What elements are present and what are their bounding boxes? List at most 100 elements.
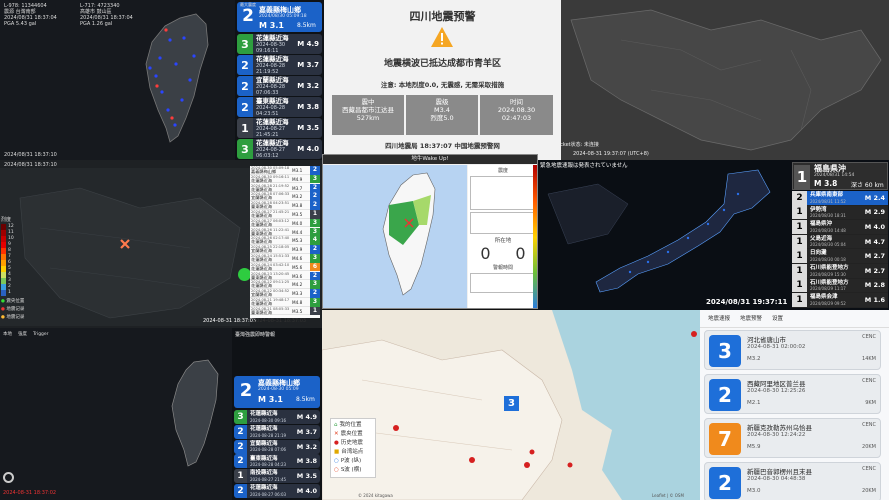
quake-text: 花蓮縣近海 2024-08-28 21:19:52	[253, 55, 297, 75]
time-label: 时间	[510, 98, 523, 106]
legend-item: ✕ 震央位置	[334, 430, 372, 439]
china-map	[570, 9, 882, 151]
alarm-label: 警報時間	[492, 265, 513, 271]
quake-row[interactable]: 3 花蓮縣近海 2024-08-27 06:03:12 M 4.0	[237, 139, 322, 159]
jp-main-depth: 深さ 60 km	[851, 182, 884, 189]
card-mag: M3.0	[747, 488, 761, 494]
intensity-badge: 1	[237, 118, 253, 138]
history-row[interactable]: 2024-08-22 09:11:25 花蓮縣近海 M4.2 3	[250, 280, 320, 289]
jp-main-card[interactable]: 1 福島県沖 2024/08/31 14:54 M 3.8 深さ 60 km	[792, 162, 888, 190]
magnitude-value: M3.4	[434, 106, 450, 114]
quake-row[interactable]: 2 花蓮縣近海 2024-08-28 21:19 M 3.7	[234, 424, 320, 439]
quake-row[interactable]: 3 花蓮縣近海 2024-08-30 09:16:11 M 4.9	[237, 34, 322, 54]
quake-text: 花蓮縣近海 2024-08-30 09:16:11	[253, 34, 297, 54]
jp-quake-row[interactable]: 1 日向灘 2024/08/30 00:18 M 2.7	[792, 249, 888, 264]
jp-quake-row[interactable]: 1 福島県沖 2024/08/30 14:48 M 4.0	[792, 219, 888, 235]
tab-eew[interactable]: 地震预警	[740, 314, 762, 323]
legend-marker-icon: ○	[334, 467, 339, 473]
history-row[interactable]: 2024-08-27 06:03:12 花蓮縣近海 M4.0 3	[250, 218, 320, 228]
legend-label: 台湾站点	[341, 449, 364, 455]
local-values: 0 0	[468, 244, 537, 263]
tab-quick-report[interactable]: 地震速报	[708, 314, 730, 323]
quake-row[interactable]: 2 宜蘭縣近海 2024-08-28 07:06:33 M 3.2	[237, 76, 322, 96]
panel-china-light-map: 3 ⌂ 我的位置 ✕ 震央位置 ● 历史地震 ■ 台湾站点 ○ P波 (纵) ○ S波 (横) © 2…	[322, 310, 700, 500]
legend-title: 烈度	[1, 217, 12, 223]
quake-text: 花蓮縣近海 2024-08-30 09:16	[247, 411, 297, 423]
jp-quake-row[interactable]: 2 兵庫県南東部 2024/08/31 11:52 M 2.4	[792, 190, 888, 206]
history-row[interactable]: 2024-08-28 21:19:52 花蓮縣近海 M3.7 2	[250, 183, 320, 193]
cenc-card[interactable]: 3 河北省唐山市 2024-08-31 02:00:02 M3.2 CENC 14KM	[704, 330, 881, 370]
panel-japan-map: 緊急地震速報は発表されていません 1 福島県沖 2024/08/31 14:54…	[538, 160, 889, 310]
jp-quake-row[interactable]: 1 石川県能登地方 2024/08/29 15:30 M 2.7	[792, 263, 888, 279]
control-label: 本地	[3, 332, 12, 337]
quake-row[interactable]: 1 南投縣近海 2024-08-27 21:45 M 3.5	[234, 469, 320, 484]
jp-quake-row[interactable]: 1 石川県能登地方 2024/08/29 11:17 M 2.8	[792, 278, 888, 294]
warning-subtitle: 地震横波已抵达成都市青羊区	[383, 59, 501, 69]
history-row[interactable]: 2024-08-21 19:48:17 花蓮縣近海 M4.8 3	[250, 298, 320, 307]
legend-scale: 12 11 10 9 8 7 6 5 4 3 2 1	[1, 224, 24, 296]
history-row[interactable]: 2024-08-25 22:18:05 宜蘭縣近海 M3.9 2	[250, 245, 320, 254]
quake-row[interactable]: 2 臺東縣近海 2024-08-28 04:23 M 3.8	[234, 454, 320, 469]
tw-main-card[interactable]: 2 嘉義縣梅山鄉 2024-08-30 05:09 M 3.1 8.5km	[234, 376, 320, 408]
cenc-card[interactable]: 2 西藏阿里地区普兰县 2024-08-30 12:25:26 M2.1 CENC 9KM	[704, 374, 881, 414]
quake-row[interactable]: 1 花蓮縣近海 2024-08-27 21:45:21 M 3.5	[237, 118, 322, 138]
jp-date: 2024/08/29 15:30	[810, 271, 846, 277]
quake-mag: M 3.2	[297, 82, 319, 90]
history-row[interactable]: 2024-08-23 13:20:45 臺東縣近海 M3.6 2	[250, 271, 320, 281]
history-row[interactable]: 2024-08-28 07:06:33 宜蘭縣近海 M3.2 2	[250, 192, 320, 201]
jp-quake-row[interactable]: 1 福島県会津 2024/08/29 09:52 M 1.6	[792, 292, 888, 308]
history-row[interactable]: 2024-08-26 11:22:41 臺東縣近海 M4.4 3	[250, 227, 320, 237]
legend-marker-icon: ⌂	[334, 422, 338, 428]
main-quake-card[interactable]: 2 最大震度 嘉義縣梅山鄉 2024/08/30 05:09:18 M 3.1 …	[237, 2, 322, 32]
intensity-badge: 2	[237, 55, 253, 75]
history-row[interactable]: 2024-08-28 04:23:51 臺東縣近海 M3.8 2	[250, 201, 320, 210]
quake-row[interactable]: 2 花蓮縣近海 2024-08-27 06:03 M 4.0	[234, 484, 320, 498]
title-bar: 地牛Wake Up!	[323, 155, 537, 164]
box-title: 震度	[497, 168, 508, 174]
info-block	[470, 176, 536, 210]
japan-map	[547, 169, 771, 293]
quake-mag: M 3.8	[297, 103, 319, 111]
history-row[interactable]: 2024-08-21 08:05:33 臺東縣近海 M3.5 1	[250, 306, 320, 316]
local-value: 0	[515, 244, 526, 263]
jp-quake-row[interactable]: 1 伊勢湾 2024/08/30 18:31 M 2.9	[792, 205, 888, 221]
quake-row[interactable]: 2 臺東縣近海 2024-08-28 04:23:51 M 3.8	[237, 97, 322, 117]
quake-location: 臺東縣近海	[256, 97, 289, 105]
panel-taiwan-bottom: 本地 強度 Trigger 2024-08-31 18:37:02 臺灣強震即時…	[0, 328, 322, 500]
history-intensity: 3	[310, 227, 320, 237]
history-row[interactable]: 2024-08-24 03:42:10 花蓮縣近海 M5.6 6	[250, 262, 320, 272]
history-intensity: 3	[310, 280, 320, 289]
history-intensity: 2	[310, 166, 320, 175]
jp-quake-row[interactable]: 1 父島近海 2024/08/30 05:04 M 4.7	[792, 234, 888, 250]
quake-mag: M 3.7	[297, 61, 319, 69]
quake-date: 2024-08-27 06:03:12	[256, 147, 286, 159]
main-depth: 8.5km	[297, 22, 316, 29]
jp-mag: M 2.7	[864, 266, 885, 275]
card-mag: M3.2	[747, 356, 761, 362]
cenc-card[interactable]: 2 新疆巴音郭楞州且末县 2024-08-30 04:48:38 M3.0 CENC 20…	[704, 462, 881, 500]
history-row[interactable]: 2024-08-26 02:17:40 花蓮縣近海 M5.3 4	[250, 236, 320, 245]
quake-mag: M 4.9	[297, 40, 319, 48]
legend-marker-icon: ■	[334, 449, 340, 455]
history-row[interactable]: 2024-08-30 05:09:18 嘉義縣梅山鄉 M3.1 2	[250, 166, 320, 175]
legend-label: S波 (横)	[340, 467, 362, 473]
epicenter-cross-icon	[120, 239, 130, 249]
map-marker[interactable]: 3	[504, 396, 519, 411]
quake-row[interactable]: 3 花蓮縣近海 2024-08-30 09:16 M 4.9	[234, 410, 320, 424]
info-block	[470, 212, 536, 234]
cenc-card[interactable]: 7 新疆克孜勒苏州乌恰县 2024-08-30 12:24:22 M5.9 CENC 20…	[704, 418, 881, 458]
quake-mag: M 3.5	[297, 124, 319, 132]
quake-text: 臺東縣近海 2024-08-28 04:23	[247, 456, 297, 468]
intensity-badge: 2	[237, 76, 253, 96]
quake-row[interactable]: 2 宜蘭縣近海 2024-08-28 07:06 M 3.2	[234, 439, 320, 454]
tab-settings[interactable]: 设置	[772, 314, 783, 323]
gear-icon[interactable]	[3, 472, 14, 483]
history-row[interactable]: 2024-08-24 15:51:33 花蓮縣近海 M4.6 3	[250, 254, 320, 263]
intensity-badge: 2	[234, 439, 247, 454]
history-row[interactable]: 2024-08-30 09:16:11 花蓮縣近海 M4.9 3	[250, 174, 320, 184]
ws-status: WebSocket状态: 未连接	[561, 142, 599, 148]
card-date: 2024-08-30 12:24:22	[747, 432, 806, 438]
history-row[interactable]: 2024-08-27 21:45:21 花蓮縣近海 M3.5 1	[250, 210, 320, 219]
history-row[interactable]: 2024-08-22 00:34:52 宜蘭縣近海 M3.3 2	[250, 289, 320, 298]
quake-row[interactable]: 2 花蓮縣近海 2024-08-28 21:19:52 M 3.7	[237, 55, 322, 75]
